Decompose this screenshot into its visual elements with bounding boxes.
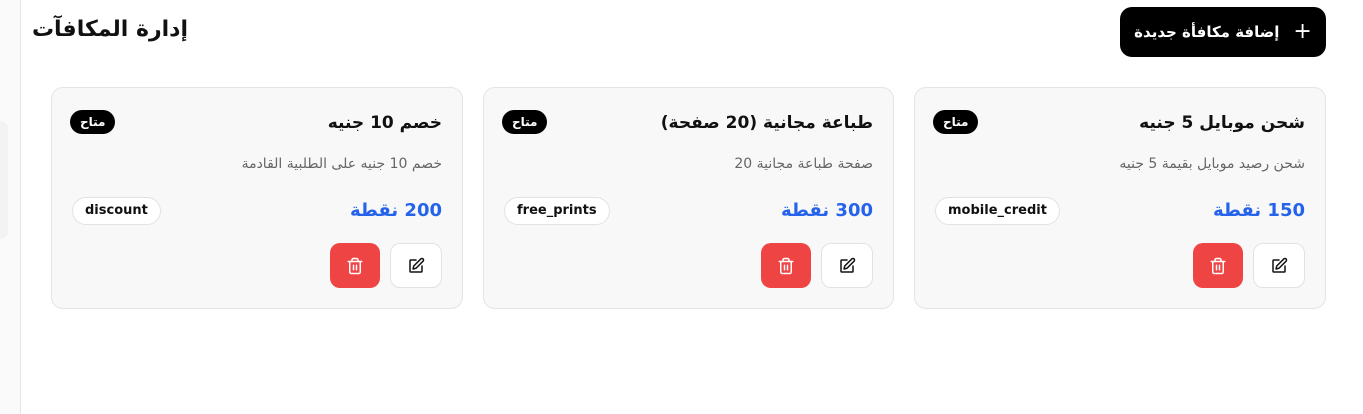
- trash-icon: [347, 257, 363, 274]
- status-badge: متاح: [70, 110, 116, 134]
- trash-icon: [1210, 257, 1226, 274]
- pencil-square-icon: [1272, 257, 1288, 273]
- edit-button[interactable]: [1253, 243, 1305, 288]
- status-badge: متاح: [502, 110, 548, 134]
- reward-type-chip: discount: [72, 197, 161, 225]
- edit-button[interactable]: [821, 243, 873, 288]
- add-reward-button[interactable]: + إضافة مكافأة جديدة: [1120, 7, 1326, 57]
- side-panel-tab[interactable]: [0, 121, 8, 239]
- reward-card: شحن موبايل 5 جنيه متاح شحن رصيد موبايل ب…: [914, 87, 1326, 309]
- reward-title: طباعة مجانية (20 صفحة): [660, 113, 873, 133]
- delete-button[interactable]: [330, 243, 380, 288]
- pencil-square-icon: [840, 257, 856, 273]
- reward-description: شحن رصيد موبايل بقيمة 5 جنيه: [1119, 156, 1305, 172]
- reward-card: طباعة مجانية (20 صفحة) متاح صفحة طباعة م…: [483, 87, 894, 309]
- reward-description: خصم 10 جنيه على الطلبية القادمة: [241, 156, 442, 172]
- reward-points: 200 نقطة: [349, 200, 442, 221]
- reward-description: صفحة طباعة مجانية 20: [734, 156, 873, 172]
- plus-icon: +: [1293, 19, 1312, 44]
- page-title: إدارة المكافآت: [31, 17, 188, 42]
- pencil-square-icon: [409, 257, 425, 273]
- reward-type-chip: mobile_credit: [935, 197, 1060, 225]
- reward-points: 150 نقطة: [1212, 200, 1305, 221]
- reward-points: 300 نقطة: [780, 200, 873, 221]
- edit-button[interactable]: [390, 243, 442, 288]
- reward-title: شحن موبايل 5 جنيه: [1139, 113, 1305, 133]
- reward-title: خصم 10 جنيه: [327, 113, 442, 133]
- trash-icon: [778, 257, 794, 274]
- delete-button[interactable]: [1193, 243, 1243, 288]
- reward-type-chip: free_prints: [504, 197, 610, 225]
- delete-button[interactable]: [761, 243, 811, 288]
- reward-card: خصم 10 جنيه متاح خصم 10 جنيه على الطلبية…: [51, 87, 463, 309]
- add-reward-label: إضافة مكافأة جديدة: [1134, 23, 1280, 41]
- status-badge: متاح: [933, 110, 979, 134]
